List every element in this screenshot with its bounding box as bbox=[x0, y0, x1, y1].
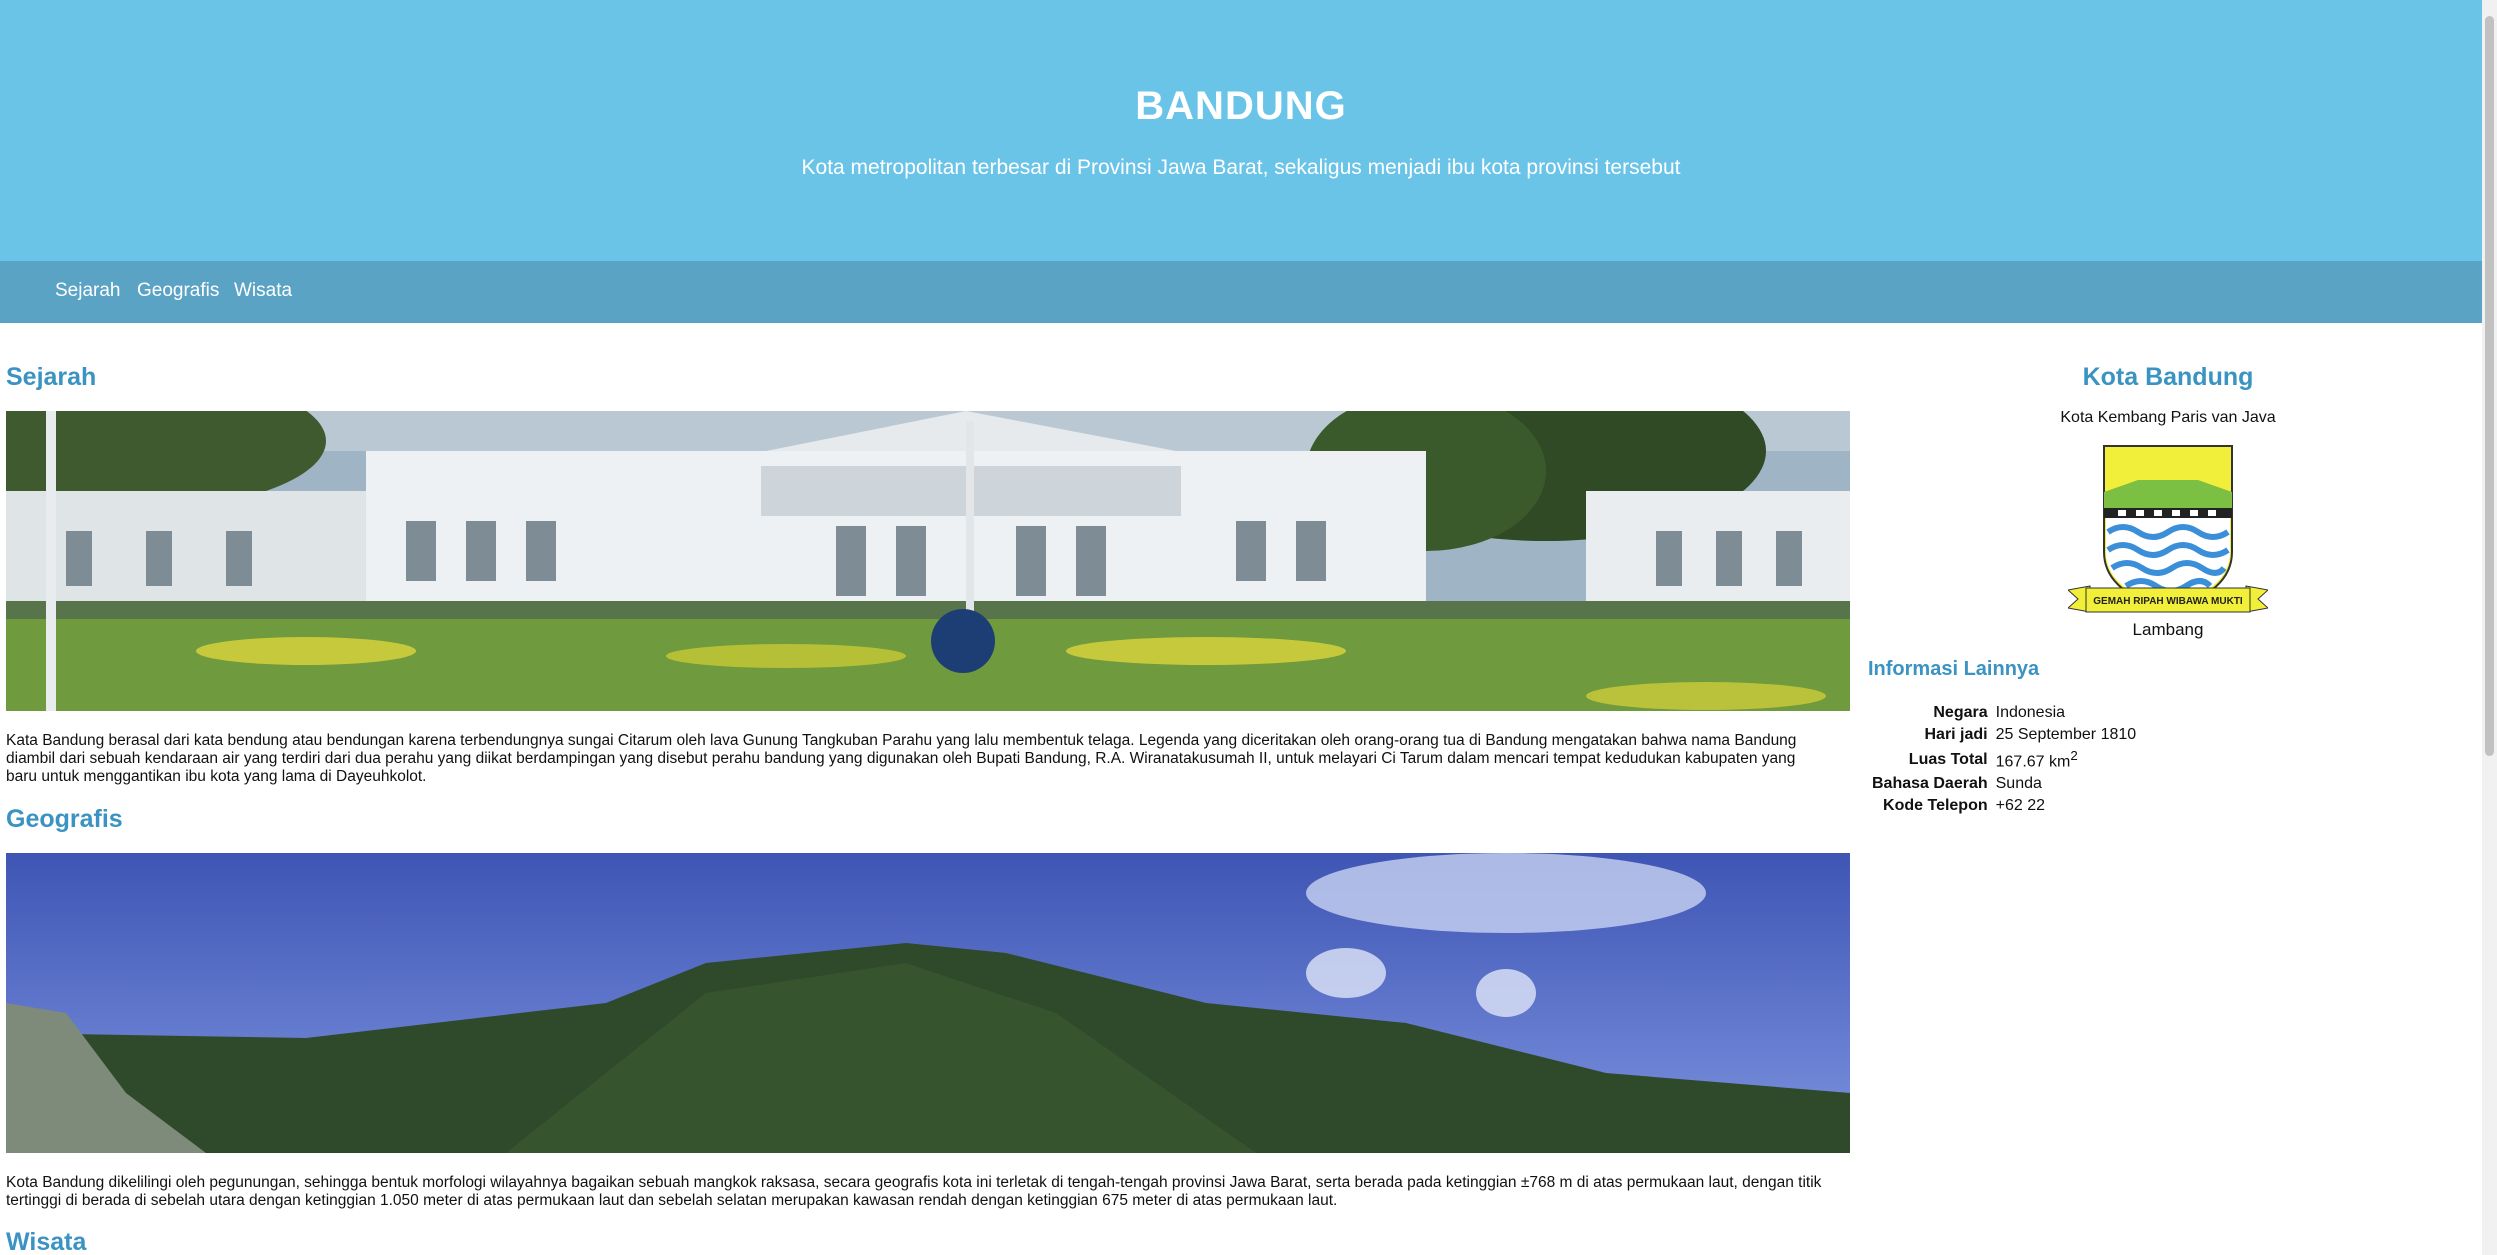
info-row: Hari jadi 25 September 1810 bbox=[1870, 724, 2138, 746]
info-value: +62 22 bbox=[1995, 797, 2046, 815]
info-key: Luas Total bbox=[1908, 750, 1988, 768]
info-key: Bahasa Daerah bbox=[1872, 775, 1988, 793]
info-row: Kode Telepon +62 22 bbox=[1870, 795, 2138, 817]
sidebar-subtitle: Kota Kembang Paris van Java bbox=[2060, 409, 2276, 426]
info-table: Negara Indonesia Hari jadi 25 September … bbox=[1870, 702, 2138, 817]
info-row: Negara Indonesia bbox=[1870, 702, 2138, 724]
nav-link-wisata[interactable]: Wisata bbox=[234, 280, 292, 302]
info-row: Bahasa Daerah Sunda bbox=[1870, 773, 2138, 795]
mountain-photo bbox=[6, 853, 1850, 1153]
vertical-scrollbar[interactable] bbox=[2482, 0, 2497, 1255]
info-value: 167.67 km2 bbox=[1994, 746, 2139, 773]
info-value: Indonesia bbox=[1995, 704, 2066, 721]
site-header: BANDUNG Kota metropolitan terbesar di Pr… bbox=[0, 0, 2482, 261]
geografis-text: Kota Bandung dikelilingi oleh pegunungan… bbox=[6, 1174, 1822, 1209]
section-title-wisata: Wisata bbox=[6, 1228, 87, 1255]
gedung-sate-photo bbox=[6, 411, 1850, 711]
nav-link-sejarah[interactable]: Sejarah bbox=[55, 280, 121, 302]
sejarah-text: Kata Bandung berasal dari kata bendung a… bbox=[6, 732, 1797, 785]
info-value: 25 September 1810 bbox=[1995, 726, 2137, 743]
section-title-sejarah: Sejarah bbox=[6, 363, 97, 391]
emblem-motto: GEMAH RIPAH WIBAWA MUKTI bbox=[2093, 596, 2243, 607]
sidebar-title: Kota Bandung bbox=[2082, 363, 2254, 391]
info-value: Sunda bbox=[1995, 775, 2042, 793]
page-subtitle: Kota metropolitan terbesar di Provinsi J… bbox=[801, 156, 1681, 179]
info-key: Hari jadi bbox=[1924, 726, 1988, 743]
info-row: Luas Total 167.67 km2 bbox=[1870, 746, 2138, 773]
area-unit-sup: 2 bbox=[2070, 748, 2078, 763]
info-key: Negara bbox=[1933, 704, 1988, 721]
page-title: BANDUNG bbox=[1135, 84, 1347, 128]
scrollbar-thumb[interactable] bbox=[2485, 16, 2494, 756]
area-value: 167.67 km bbox=[1995, 753, 2071, 771]
nav-bar: Sejarah Geografis Wisata bbox=[0, 261, 2482, 323]
emblem-caption: Lambang bbox=[2132, 620, 2204, 639]
section-title-geografis: Geografis bbox=[6, 805, 123, 833]
info-key: Kode Telepon bbox=[1883, 797, 1988, 815]
bandung-emblem: GEMAH RIPAH WIBAWA MUKTI bbox=[2066, 442, 2270, 622]
nav-link-geografis[interactable]: Geografis bbox=[137, 280, 219, 302]
info-title: Informasi Lainnya bbox=[1868, 658, 2040, 680]
